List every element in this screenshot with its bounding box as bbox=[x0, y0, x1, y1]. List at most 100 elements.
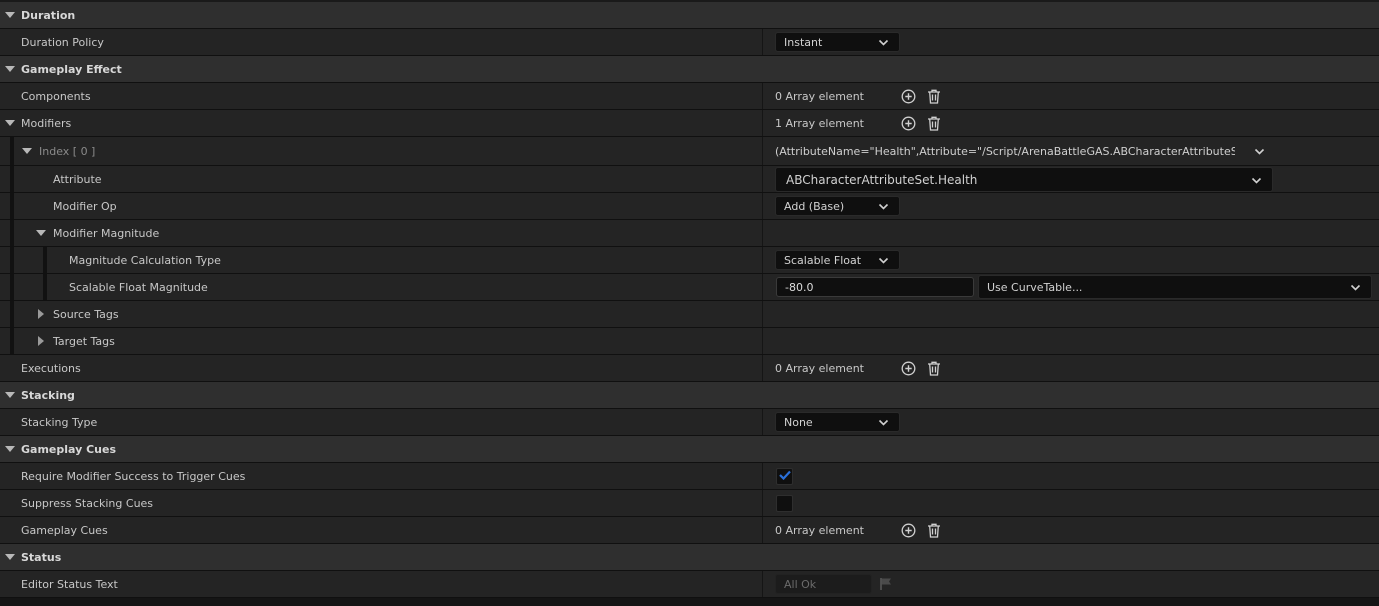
trash-icon[interactable] bbox=[926, 88, 942, 104]
trash-icon[interactable] bbox=[926, 360, 942, 376]
collapse-arrow-icon[interactable] bbox=[4, 9, 16, 21]
index-value-text: (AttributeName="Health",Attribute="/Scri… bbox=[775, 144, 1235, 158]
name-cell: Source Tags bbox=[0, 301, 763, 327]
value-cell: 0 Array element bbox=[763, 355, 1379, 381]
value-cell: 0 Array element bbox=[763, 83, 1379, 109]
attribute-combo[interactable]: ABCharacterAttributeSet.Health bbox=[775, 167, 1273, 192]
collapse-arrow-icon[interactable] bbox=[4, 443, 16, 455]
row-modifiers: Modifiers 1 Array element bbox=[0, 110, 1379, 137]
value-cell: 0 Array element bbox=[763, 517, 1379, 543]
editor-status-field: All Ok bbox=[775, 574, 872, 594]
category-stacking[interactable]: Stacking bbox=[0, 382, 1379, 409]
category-stacking-header: Stacking bbox=[0, 382, 1379, 408]
require-success-checkbox[interactable] bbox=[776, 468, 793, 485]
indent-guide bbox=[10, 137, 14, 165]
attribute-label: Attribute bbox=[53, 172, 102, 186]
add-circle-icon[interactable] bbox=[900, 88, 916, 104]
name-cell: Modifier Magnitude bbox=[0, 220, 763, 246]
name-cell: Duration Policy bbox=[0, 29, 763, 55]
row-magnitude-calc-type: Magnitude Calculation Type Scalable Floa… bbox=[0, 247, 1379, 274]
chevron-down-icon bbox=[878, 417, 889, 428]
indent-guide bbox=[10, 301, 14, 327]
duration-policy-combo[interactable]: Instant bbox=[775, 32, 900, 52]
array-count: 1 Array element bbox=[775, 116, 864, 130]
components-label: Components bbox=[21, 89, 91, 103]
combo-value: Instant bbox=[784, 35, 823, 49]
expand-arrow-icon[interactable] bbox=[35, 308, 47, 320]
name-cell: Scalable Float Magnitude bbox=[0, 274, 763, 300]
category-gameplay-effect-header: Gameplay Effect bbox=[0, 56, 1379, 82]
category-title: Status bbox=[21, 550, 62, 564]
row-executions: Executions 0 Array element bbox=[0, 355, 1379, 382]
value-cell: 1 Array element bbox=[763, 110, 1379, 136]
duration-policy-label: Duration Policy bbox=[21, 35, 104, 49]
array-count: 0 Array element bbox=[775, 523, 864, 537]
row-require-modifier-success: Require Modifier Success to Trigger Cues bbox=[0, 463, 1379, 490]
add-circle-icon[interactable] bbox=[900, 115, 916, 131]
combo-value: None bbox=[784, 415, 813, 429]
expand-arrow-icon[interactable] bbox=[35, 335, 47, 347]
calc-type-combo[interactable]: Scalable Float bbox=[775, 250, 900, 270]
indent-guide bbox=[10, 328, 14, 354]
status-value: All Ok bbox=[784, 577, 817, 591]
source-tags-label: Source Tags bbox=[53, 307, 119, 321]
add-circle-icon[interactable] bbox=[900, 360, 916, 376]
category-title: Duration bbox=[21, 8, 76, 22]
category-duration[interactable]: Duration bbox=[0, 2, 1379, 29]
suppress-stacking-checkbox[interactable] bbox=[776, 495, 793, 512]
name-cell: Components bbox=[0, 83, 763, 109]
collapse-arrow-icon[interactable] bbox=[21, 145, 33, 157]
require-success-label: Require Modifier Success to Trigger Cues bbox=[21, 469, 246, 483]
curve-table-combo[interactable]: Use CurveTable... bbox=[978, 275, 1372, 299]
trash-icon[interactable] bbox=[926, 115, 942, 131]
combo-value: Use CurveTable... bbox=[987, 280, 1083, 294]
indent-guide bbox=[10, 193, 14, 219]
category-gameplay-effect[interactable]: Gameplay Effect bbox=[0, 56, 1379, 83]
trash-icon[interactable] bbox=[926, 522, 942, 538]
row-index-0: Index [ 0 ] (AttributeName="Health",Attr… bbox=[0, 137, 1379, 166]
category-status-header: Status bbox=[0, 544, 1379, 570]
category-gameplay-cues[interactable]: Gameplay Cues bbox=[0, 436, 1379, 463]
collapse-arrow-icon[interactable] bbox=[4, 389, 16, 401]
modifier-magnitude-label: Modifier Magnitude bbox=[53, 226, 160, 240]
category-status[interactable]: Status bbox=[0, 544, 1379, 571]
add-circle-icon[interactable] bbox=[900, 522, 916, 538]
collapse-arrow-icon[interactable] bbox=[4, 117, 16, 129]
indent-guide bbox=[10, 247, 14, 273]
value-cell bbox=[763, 490, 1379, 516]
name-cell: Attribute bbox=[0, 166, 763, 192]
value-cell: Scalable Float bbox=[763, 247, 1379, 273]
collapse-arrow-icon[interactable] bbox=[4, 551, 16, 563]
chevron-down-icon bbox=[1251, 175, 1262, 186]
stacking-type-combo[interactable]: None bbox=[775, 412, 900, 432]
chevron-down-icon bbox=[878, 255, 889, 266]
row-source-tags: Source Tags bbox=[0, 301, 1379, 328]
array-count: 0 Array element bbox=[775, 361, 864, 375]
value-cell bbox=[763, 463, 1379, 489]
row-modifier-magnitude: Modifier Magnitude bbox=[0, 220, 1379, 247]
index-label: Index [ 0 ] bbox=[39, 144, 96, 158]
chevron-down-icon bbox=[878, 37, 889, 48]
scalable-float-label: Scalable Float Magnitude bbox=[69, 280, 208, 294]
row-attribute: Attribute ABCharacterAttributeSet.Health bbox=[0, 166, 1379, 193]
name-cell: Suppress Stacking Cues bbox=[0, 490, 763, 516]
suppress-stacking-label: Suppress Stacking Cues bbox=[21, 496, 154, 510]
row-scalable-float: Scalable Float Magnitude -80.0 Use Curve… bbox=[0, 274, 1379, 301]
scalable-float-input[interactable]: -80.0 bbox=[776, 277, 974, 297]
indent-guide bbox=[43, 274, 47, 300]
name-cell: Stacking Type bbox=[0, 409, 763, 435]
name-cell: Gameplay Cues bbox=[0, 517, 763, 543]
value-cell: None bbox=[763, 409, 1379, 435]
value-cell bbox=[763, 220, 1379, 246]
collapse-arrow-icon[interactable] bbox=[4, 63, 16, 75]
row-duration-policy: Duration Policy Instant bbox=[0, 29, 1379, 56]
combo-value: Scalable Float bbox=[784, 253, 862, 267]
collapse-arrow-icon[interactable] bbox=[35, 227, 47, 239]
checkmark-icon bbox=[778, 470, 791, 483]
indent-guide bbox=[10, 166, 14, 192]
stacking-type-label: Stacking Type bbox=[21, 415, 98, 429]
modifier-op-combo[interactable]: Add (Base) bbox=[775, 196, 900, 216]
name-cell: Modifier Op bbox=[0, 193, 763, 219]
chevron-down-icon[interactable] bbox=[1254, 146, 1265, 157]
row-gameplay-cues: Gameplay Cues 0 Array element bbox=[0, 517, 1379, 544]
